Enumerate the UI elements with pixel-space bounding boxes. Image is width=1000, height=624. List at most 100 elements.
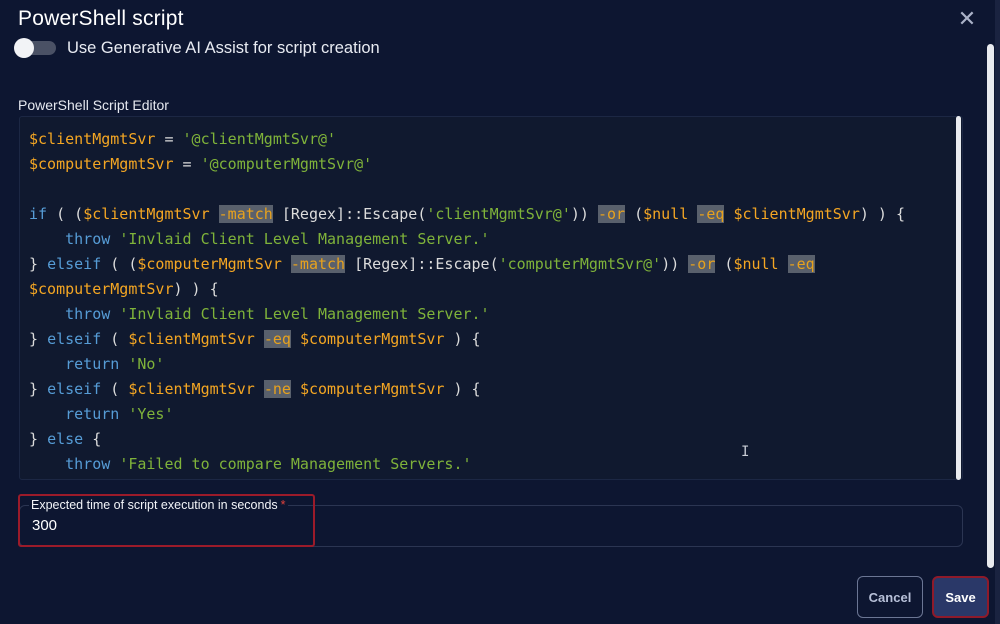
code-token: ( <box>715 255 734 273</box>
code-token: ) { <box>444 330 481 348</box>
code-token: $clientMgmtSvr <box>29 130 156 148</box>
code-token: ) ) { <box>859 205 906 223</box>
code-token: = <box>173 155 201 173</box>
cancel-button[interactable]: Cancel <box>857 576 923 618</box>
code-token: elseif <box>47 330 102 348</box>
code-token: $clientMgmtSvr <box>733 205 860 223</box>
code-token: if <box>29 205 48 223</box>
code-token: { <box>83 430 102 448</box>
code-token: [Regex]::Escape( <box>272 205 427 223</box>
code-token: elseif <box>47 255 102 273</box>
code-token: [Regex]::Escape( <box>345 255 499 273</box>
code-token: )) <box>661 255 689 273</box>
execution-time-input[interactable] <box>32 517 232 534</box>
code-token: return <box>65 355 120 373</box>
code-token: ) ) { <box>173 280 219 298</box>
code-line: } elseif ( $clientMgmtSvr -eq $computerM… <box>29 327 905 352</box>
script-editor[interactable]: $clientMgmtSvr = '@clientMgmtSvr@' $compu… <box>19 116 963 480</box>
ai-assist-toggle[interactable] <box>14 38 56 58</box>
code-token: -ne <box>263 380 291 398</box>
code-token: -match <box>290 255 346 273</box>
code-token: throw <box>65 230 111 248</box>
code-token: 'Failed to compare Management Servers.' <box>119 455 472 473</box>
code-token: } <box>29 380 48 398</box>
close-icon[interactable]: ✕ <box>956 8 978 30</box>
code-token: ( <box>101 330 129 348</box>
code-token: $computerMgmtSvr <box>29 280 174 298</box>
code-token: 'clientMgmtSvr@' <box>426 205 571 223</box>
code-token: return <box>65 405 120 423</box>
execution-time-label: Expected time of script execution in sec… <box>29 498 288 512</box>
code-token: elseif <box>47 380 102 398</box>
dialog-title: PowerShell script <box>18 7 184 30</box>
code-token: -eq <box>263 330 291 348</box>
code-token: $null <box>643 205 689 223</box>
code-token: 'Invlaid Client Level Management Server.… <box>119 230 490 248</box>
code-line: } else { <box>29 427 905 452</box>
save-button[interactable]: Save <box>932 576 989 618</box>
code-token: } <box>29 330 48 348</box>
code-token: -match <box>218 205 273 223</box>
text-cursor-icon: I <box>741 444 750 460</box>
code-token: ( ( <box>101 255 138 273</box>
code-token: ) { <box>444 380 481 398</box>
code-token: } <box>29 255 48 273</box>
code-token: = <box>155 130 183 148</box>
ai-assist-label: Use Generative AI Assist for script crea… <box>67 38 380 57</box>
code-token: $computerMgmtSvr <box>29 155 174 173</box>
code-line: $clientMgmtSvr = '@clientMgmtSvr@' <box>29 127 905 152</box>
script-editor-label: PowerShell Script Editor <box>18 97 169 113</box>
code-token: throw <box>65 455 111 473</box>
code-token: ( <box>625 205 644 223</box>
code-line: return 'No' <box>29 352 905 377</box>
code-token: ( ( <box>47 205 84 223</box>
code-line: throw 'Invlaid Client Level Management S… <box>29 227 905 252</box>
code-token: 'Invlaid Client Level Management Server.… <box>119 305 490 323</box>
code-token: 'Yes' <box>128 405 174 423</box>
code-token: $computerMgmtSvr <box>137 255 282 273</box>
execution-time-label-text: Expected time of script execution in sec… <box>31 498 278 512</box>
code-token: $clientMgmtSvr <box>83 205 210 223</box>
code-token: $computerMgmtSvr <box>299 330 445 348</box>
code-line: } elseif ( ($computerMgmtSvr -match [Reg… <box>29 252 905 277</box>
code-line: if ( ($clientMgmtSvr -match [Regex]::Esc… <box>29 202 905 227</box>
code-token: else <box>47 430 84 448</box>
code-token: $clientMgmtSvr <box>128 380 255 398</box>
code-content[interactable]: $clientMgmtSvr = '@clientMgmtSvr@' $compu… <box>29 127 905 477</box>
code-token: -eq <box>787 255 815 273</box>
background-edge <box>995 0 1000 624</box>
code-token: '@clientMgmtSvr@' <box>182 130 337 148</box>
toggle-knob <box>14 38 34 58</box>
code-token: 'No' <box>128 355 165 373</box>
code-token: $null <box>733 255 779 273</box>
required-marker: * <box>280 498 286 512</box>
code-token: -or <box>688 255 716 273</box>
code-token: } <box>29 430 48 448</box>
code-token: )) <box>570 205 598 223</box>
code-token: $clientMgmtSvr <box>128 330 255 348</box>
code-line: $computerMgmtSvr) ) { <box>29 277 905 302</box>
code-line: } elseif ( $clientMgmtSvr -ne $computerM… <box>29 377 905 402</box>
ai-assist-toggle-row[interactable]: Use Generative AI Assist for script crea… <box>14 37 380 59</box>
code-line: throw 'Failed to compare Management Serv… <box>29 452 905 477</box>
code-line: return 'Yes' <box>29 402 905 427</box>
editor-scrollbar[interactable] <box>956 116 961 480</box>
page-scrollbar[interactable] <box>987 44 994 568</box>
